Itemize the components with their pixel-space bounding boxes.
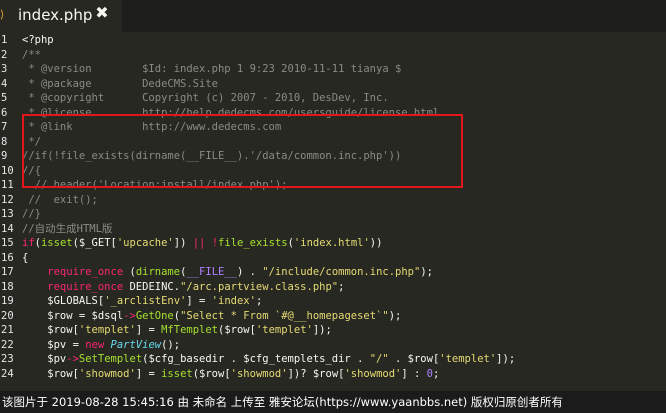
red-highlight-box (22, 114, 463, 188)
line-number: 10 (1, 164, 14, 177)
php-open-tag: <?php (22, 34, 54, 46)
code-line: * @version $Id: index.php 1 9:23 2010-11… (22, 63, 402, 75)
code-line: $GLOBALS['_arclistEnv'] = 'index'; (22, 295, 263, 307)
line-number: 16 (1, 251, 14, 264)
line-number: 23 (1, 353, 14, 365)
code-editor[interactable]: 1 2 3 4 5 6 7 8 9 10 11 12 13 14 15 16 1… (0, 32, 666, 391)
line-number: 13 (1, 208, 14, 220)
line-number: 22 (1, 338, 14, 351)
close-icon[interactable]: ✖ (94, 3, 110, 23)
code-line: require_once (dirname(__FILE__) . "/incl… (22, 266, 433, 278)
code-line: * @copyright Copyright (c) 2007 - 2010, … (22, 92, 389, 104)
line-number: 24 (1, 367, 14, 380)
tab-bar: ⟩ index.php ✖ (0, 0, 666, 32)
line-number: 21 (1, 324, 14, 336)
line-number: 14 (1, 222, 14, 235)
line-number: 9 (1, 150, 8, 162)
code-line: <?php (22, 33, 54, 48)
line-number: 7 (1, 121, 8, 133)
watermark-caption: 该图片于 2019-08-28 15:45:16 由 未命名 上传至 雅安论坛(… (2, 395, 563, 409)
code-line: //} (22, 208, 41, 220)
code-line: if(isset($_GET['upcache']) || !file_exis… (22, 237, 383, 249)
line-number: 12 (1, 193, 14, 206)
tab-index-php[interactable]: ⟩ index.php ✖ (0, 0, 122, 32)
code-line: //自动生成HTML版 (22, 222, 113, 235)
code-line: // exit(); (22, 193, 98, 206)
code-line: $pv = new PartView(); (22, 338, 181, 351)
line-number: 6 (1, 106, 8, 119)
document-icon: ⟩ (0, 8, 5, 21)
code-line: $row['showmod'] = isset($row['showmod'])… (22, 367, 440, 380)
code-line: $pv->SetTemplet($cfg_basedir . $cfg_temp… (22, 353, 516, 365)
code-line: * @package DedeCMS.Site (22, 77, 218, 90)
line-number: 8 (1, 135, 8, 148)
line-number: 19 (1, 295, 14, 307)
line-number: 4 (1, 77, 8, 90)
code-area[interactable]: <?php /** * @version $Id: index.php 1 9:… (22, 32, 666, 391)
line-number: 17 (1, 266, 14, 278)
line-number: 3 (1, 63, 8, 75)
line-number-gutter: 1 2 3 4 5 6 7 8 9 10 11 12 13 14 15 16 1… (0, 32, 20, 391)
line-number: 18 (1, 280, 14, 293)
line-number: 5 (1, 92, 8, 104)
code-line: require_once DEDEINC."/arc.partview.clas… (22, 280, 345, 293)
watermark-caption-bar: 该图片于 2019-08-28 15:45:16 由 未命名 上传至 雅安论坛(… (0, 391, 666, 413)
line-number: 15 (1, 237, 14, 249)
tab-title: index.php (18, 6, 93, 24)
code-line: $row['templet'] = MfTemplet($row['temple… (22, 324, 332, 336)
line-number: 11 (1, 179, 14, 191)
line-number: 2 (1, 48, 8, 61)
line-number: 1 (1, 34, 8, 46)
line-number: 20 (1, 309, 14, 322)
code-line: /** (22, 48, 41, 61)
code-line: { (22, 251, 29, 264)
code-line: $row = $dsql->GetOne("Select * From `#@_… (22, 309, 402, 322)
